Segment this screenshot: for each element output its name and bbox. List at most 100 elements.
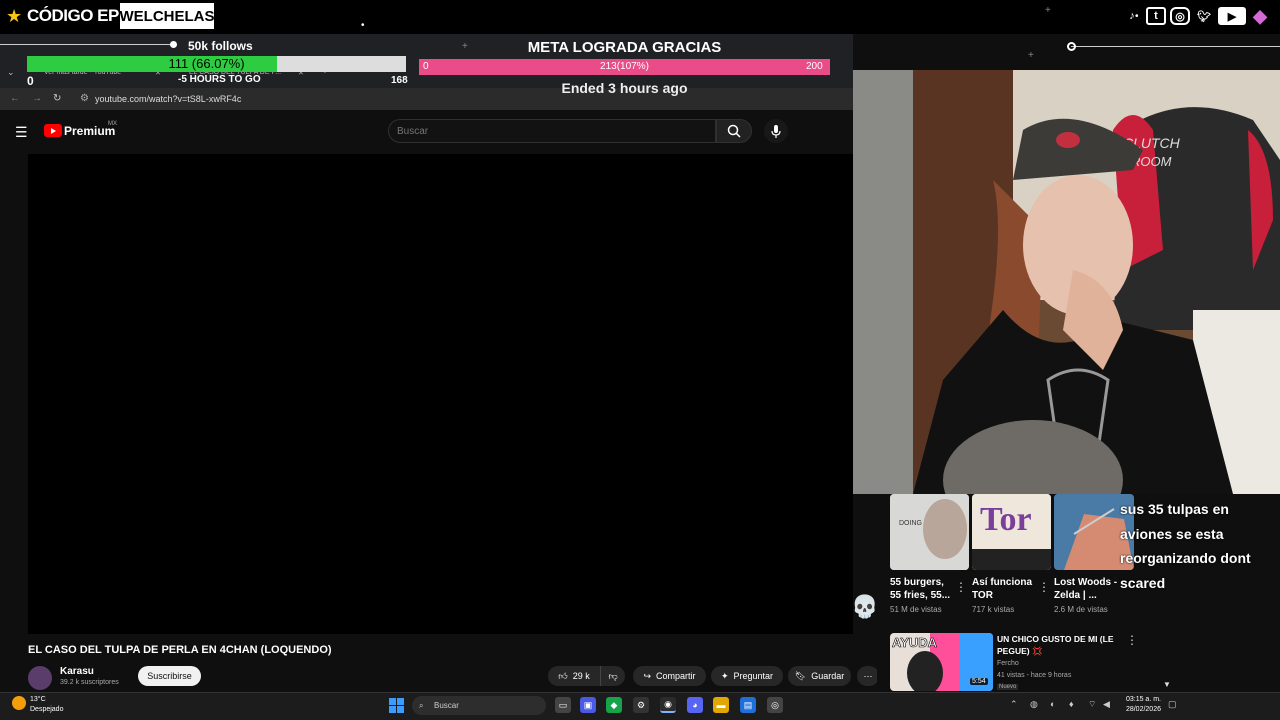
youtube-icon: ▶ (1218, 7, 1246, 25)
ask-label: Preguntar (733, 671, 774, 681)
search-icon: ⌕ (419, 701, 424, 710)
follows-progress-text: 111 (66.07%) (168, 56, 245, 71)
follows-min: 0 (27, 74, 34, 88)
clock-time[interactable]: 03:15 a. m. (1123, 696, 1161, 703)
taskbar-search[interactable]: ⌕ Buscar (412, 696, 546, 715)
follows-max: 168 (391, 75, 408, 86)
tray-expand-icon[interactable]: ⌃ (1010, 699, 1018, 710)
folder-icon[interactable]: ▬ (713, 697, 729, 713)
volume-icon[interactable]: ◀ (1103, 699, 1110, 710)
subscribe-button[interactable]: Suscribirse (138, 666, 201, 686)
share-button[interactable]: ↪ Compartir (633, 666, 706, 686)
notification-icon[interactable]: ▢ (1168, 699, 1177, 710)
sparkle-icon: ✦ (720, 670, 729, 681)
rec-thumbnail-2[interactable]: Tor (972, 494, 1051, 570)
twitch-icon: t (1146, 7, 1166, 25)
star-icon: ★ (6, 6, 23, 26)
wifi-icon[interactable]: ⌔ (1088, 699, 1096, 710)
youtube-logo-icon[interactable] (44, 124, 62, 137)
thumb-text: DOING (899, 520, 922, 527)
gem-icon: ◆ (1253, 5, 1267, 26)
settings-icon[interactable]: ⚙ (633, 697, 649, 713)
sparkle-icon: + (462, 41, 468, 52)
region-label: MX (108, 121, 117, 127)
weather-desc: Despejado (30, 706, 64, 713)
instagram-icon: ◎ (1170, 7, 1190, 25)
chat-overlay-message: sus 35 tulpas en aviones se esta reorgan… (1120, 501, 1251, 591)
save-button[interactable]: 🔖︎ Guardar (788, 666, 851, 686)
url-text[interactable]: youtube.com/watch?v=tS8L-xwRF4c (95, 94, 241, 104)
like-button[interactable]: 👍︎ 29 k (548, 666, 600, 686)
tray-icon[interactable]: ◐ (1050, 699, 1055, 709)
rec-title-1-line2: 55 fries, 55... (890, 590, 951, 601)
video-title: EL CASO DEL TULPA DE PERLA EN 4CHAN (LOQ… (28, 644, 332, 656)
channel-avatar[interactable] (28, 666, 52, 690)
follows-timer: -5 HOURS TO GO (178, 74, 261, 85)
rec-views-1: 51 M de vistas (890, 605, 942, 614)
more-vert-icon[interactable]: ⋮ (1038, 580, 1050, 594)
task-view-icon[interactable]: ▭ (555, 697, 571, 713)
ask-button[interactable]: ✦ Preguntar (711, 666, 783, 686)
rec-title-3[interactable]: Lost Woods - Zelda | ... (1054, 576, 1117, 602)
sparkle-icon: • (361, 20, 365, 31)
windows-start-button[interactable] (389, 698, 404, 713)
video-player[interactable] (28, 154, 853, 634)
rec-thumbnail-image-2: Tor (972, 494, 1051, 570)
rec-title-3-line2: Zelda | ... (1054, 590, 1097, 601)
chrome-icon[interactable]: ◉ (660, 697, 676, 713)
dislike-button[interactable]: 👎︎ (600, 666, 625, 686)
thumb-text: AYUDA (892, 635, 938, 650)
tiktok-icon: ♪ (1129, 10, 1135, 22)
voice-search-button[interactable] (764, 119, 788, 143)
rec-thumbnail-1[interactable]: DOING (890, 494, 969, 570)
tray-icon[interactable]: ◍ (1030, 699, 1038, 710)
meta-status: Ended 3 hours ago (561, 80, 688, 96)
sparkle-icon: + (1028, 50, 1034, 61)
discord-icon[interactable]: ◕ (687, 697, 703, 713)
more-vert-icon[interactable]: ⋮ (1126, 633, 1138, 647)
rec2-title[interactable]: UN CHICO GUSTO DE MI (LE PEGUE) 💢 (997, 633, 1115, 657)
obs-icon[interactable]: ◎ (767, 697, 783, 713)
menu-icon[interactable]: ☰ (15, 124, 28, 141)
search-icon (727, 124, 741, 138)
decor-dot-right (1067, 42, 1076, 51)
decor-line-left (0, 44, 175, 45)
meta-max: 200 (806, 61, 823, 72)
app-icon[interactable]: ▣ (580, 697, 596, 713)
webcam-feed: CLUTCH ROOM (853, 70, 1280, 494)
webcam-image: CLUTCH ROOM (853, 70, 1280, 494)
channel-badge: WELCHELAS (120, 3, 215, 29)
share-label: Compartir (656, 671, 696, 681)
rec-title-1-line1: 55 burgers, (890, 577, 944, 588)
follows-goal-label: 50k follows (188, 39, 253, 53)
app-icon[interactable]: ◆ (606, 697, 622, 713)
channel-name[interactable]: Karasu (60, 666, 94, 677)
tray-icon[interactable]: ♦ (1069, 699, 1074, 709)
twitter-icon: 🐦︎ (1197, 10, 1211, 23)
more-vert-icon[interactable]: ⋮ (955, 580, 967, 594)
channel-subscribers: 39.2 k suscriptores (60, 679, 119, 686)
new-badge: Nuevo (997, 684, 1019, 690)
like-count: 29 k (572, 671, 590, 681)
bookmark-icon: 🔖︎ (794, 670, 807, 681)
search-button[interactable] (716, 119, 752, 143)
clock-date[interactable]: 28/02/2026 (1120, 706, 1161, 713)
forward-icon[interactable]: → (32, 93, 42, 104)
app-icon[interactable]: ▤ (740, 697, 756, 713)
meta-goal-title: META LOGRADA GRACIAS (527, 39, 722, 56)
more-actions-button[interactable]: ⋯ (857, 666, 879, 686)
rec-title-1[interactable]: 55 burgers, 55 fries, 55... (890, 576, 950, 602)
back-icon[interactable]: ← (10, 93, 20, 104)
scroll-down-icon[interactable]: ▼ (1163, 680, 1171, 689)
sparkle-icon: • (1135, 11, 1139, 22)
weather-icon[interactable] (12, 696, 26, 710)
rec-title-2[interactable]: Así funciona TOR (972, 576, 1032, 602)
site-info-icon[interactable]: ⚙ (80, 93, 89, 104)
rec-thumbnail-image-1: DOING (890, 494, 969, 570)
reload-icon[interactable]: ↻ (53, 93, 61, 104)
tab-list-icon[interactable]: ⌄ (7, 67, 15, 78)
decor-dot-left (170, 41, 177, 48)
search-input[interactable] (397, 120, 697, 142)
rec-views-2: 717 k vistas (972, 605, 1015, 614)
rec2-channel[interactable]: Fercho (997, 660, 1019, 667)
